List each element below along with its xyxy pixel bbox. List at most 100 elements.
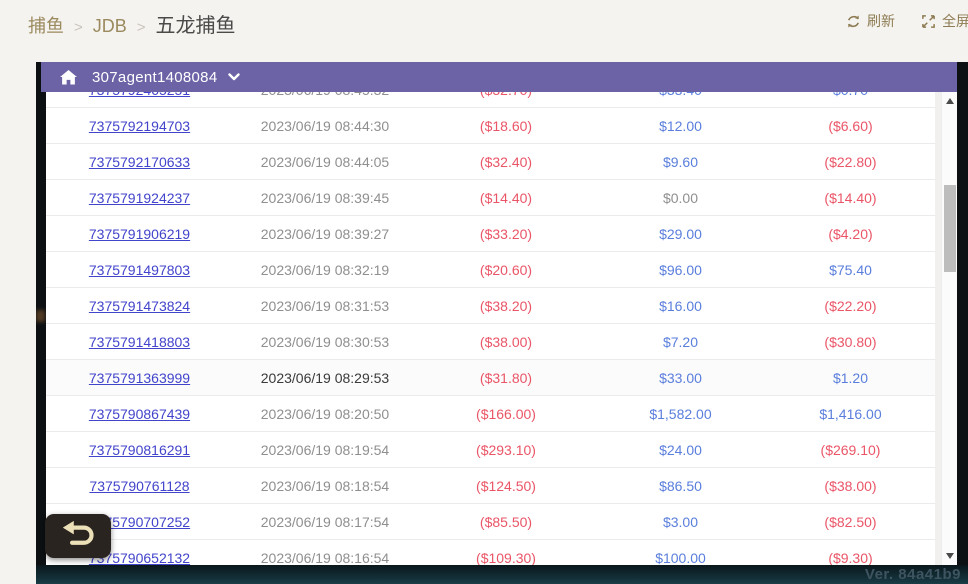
table-row: 73757907611282023/06/19 08:18:54($124.50… [46,468,935,504]
amount-value: ($9.30) [828,550,872,566]
transaction-time: 2023/06/19 08:17:54 [261,514,389,530]
table-row: 7375791924237 2023/06/19 08:39:45 ($14.40)… [46,180,935,216]
amount-value: ($32.70) [480,92,532,98]
home-icon[interactable] [60,70,77,85]
fullscreen-button[interactable]: 全屏 [921,11,968,31]
amount-value: ($293.10) [476,442,536,458]
table-row: 7375791363999 2023/06/19 08:29:53 ($31.80)… [46,360,935,396]
amount-value: ($82.50) [824,514,876,530]
refresh-label: 刷新 [867,11,895,31]
transaction-time: 2023/06/19 08:44:05 [261,154,389,170]
backdrop-artifact [36,310,45,322]
amount-value: $1.20 [833,370,868,386]
transaction-time: 2023/06/19 08:31:53 [261,298,389,314]
transaction-time: 2023/06/19 08:20:50 [261,406,389,422]
amount-value: ($14.40) [480,190,532,206]
amount-value: $86.50 [659,478,702,494]
transaction-id-link[interactable]: 7375791363999 [89,370,190,386]
amount-value: ($38.00) [824,478,876,494]
amount-value: $75.40 [829,262,872,278]
transaction-id-link[interactable]: 7375791418803 [89,334,190,350]
amount-value: $33.40 [659,92,702,98]
footer-band: Ver. 84a41b9 [36,565,968,584]
amount-value: ($166.00) [476,406,536,422]
refresh-icon [846,14,861,29]
panel-header: 307agent1408084 [41,62,957,92]
transaction-time: 2023/06/19 08:44:30 [261,118,389,134]
table-row: 7375791473824 2023/06/19 08:31:53 ($38.20)… [46,288,935,324]
amount-value: $1,582.00 [649,406,711,422]
breadcrumb-item-jdb[interactable]: JDB [93,16,127,37]
table-row: 7375791906219 2023/06/19 08:39:27 ($33.20)… [46,216,935,252]
amount-value: $3.00 [663,514,698,530]
transaction-id-link[interactable]: 7375792194703 [89,118,190,134]
amount-value: ($33.20) [480,226,532,242]
table-row: 73757914978032023/06/19 08:32:19($20.60)… [46,252,935,288]
transaction-id-link[interactable]: 7375792170633 [89,154,190,170]
amount-value: ($4.20) [828,226,872,242]
breadcrumb-item-fishing[interactable]: 捕鱼 [28,12,64,38]
amount-value: ($18.60) [480,118,532,134]
amount-value: ($20.60) [480,262,532,278]
transaction-id-link[interactable]: 7375792465251 [89,92,190,98]
amount-value: $7.20 [663,334,698,350]
amount-value: $29.00 [659,226,702,242]
transaction-time: 2023/06/19 08:16:54 [261,550,389,566]
transaction-id-link[interactable]: 7375791924237 [89,190,190,206]
vertical-scrollbar[interactable] [941,92,957,565]
scrollbar-thumb[interactable] [944,185,956,272]
amount-value: $12.00 [659,118,702,134]
amount-value: $96.00 [659,262,702,278]
amount-value: $1,416.00 [819,406,881,422]
amount-value: ($85.50) [480,514,532,530]
table-row: 7375792194703 2023/06/19 08:44:30 ($18.60)… [46,108,935,144]
back-button[interactable] [45,514,111,558]
transaction-time: 2023/06/19 08:18:54 [261,478,389,494]
amount-value: $100.00 [655,550,706,566]
table-row: 7375791418803 2023/06/19 08:30:53 ($38.00)… [46,324,935,360]
transaction-id-link[interactable]: 7375791473824 [89,298,190,314]
amount-value: ($38.00) [480,334,532,350]
amount-value: ($6.60) [828,118,872,134]
top-actions: 刷新 全屏 [846,11,968,31]
version-label: Ver. 84a41b9 [865,566,961,583]
amount-value: ($22.20) [824,298,876,314]
results-panel: 73757924652512023/06/19 08:45:32($32.70)… [46,92,957,565]
breadcrumb-separator: > [137,19,146,36]
transaction-id-link[interactable]: 7375791497803 [89,262,190,278]
breadcrumb: 捕鱼 > JDB > 五龙捕鱼 [28,9,236,38]
amount-value: $24.00 [659,442,702,458]
transaction-id-link[interactable]: 7375790816291 [89,442,190,458]
transactions-table: 73757924652512023/06/19 08:45:32($32.70)… [46,92,935,565]
table-viewport: 73757924652512023/06/19 08:45:32($32.70)… [46,92,935,565]
amount-value: ($109.30) [476,550,536,566]
scroll-up-arrow-icon[interactable] [942,94,957,108]
transaction-time: 2023/06/19 08:39:45 [261,190,389,206]
table-row: 7375790867439 2023/06/19 08:20:50 ($166.00… [46,396,935,432]
transaction-time: 2023/06/19 08:39:27 [261,226,389,242]
amount-value: ($30.80) [824,334,876,350]
fullscreen-icon [921,14,936,29]
transaction-time: 2023/06/19 08:19:54 [261,442,389,458]
amount-value: ($32.40) [480,154,532,170]
transaction-id-link[interactable]: 7375791906219 [89,226,190,242]
amount-value: ($38.20) [480,298,532,314]
breadcrumb-separator: > [74,19,83,36]
refresh-button[interactable]: 刷新 [846,11,895,31]
transaction-time: 2023/06/19 08:30:53 [261,334,389,350]
breadcrumb-item-current: 五龙捕鱼 [156,9,236,38]
transaction-id-link[interactable]: 7375790867439 [89,406,190,422]
scroll-down-arrow-icon[interactable] [942,549,957,563]
amount-value: ($14.40) [824,190,876,206]
amount-value: $0.00 [663,190,698,206]
agent-dropdown-label[interactable]: 307agent1408084 [92,69,217,86]
amount-value: $0.70 [833,92,868,98]
table-row: 73757906521322023/06/19 08:16:54($109.30… [46,540,935,565]
transaction-id-link[interactable]: 7375790761128 [89,478,189,494]
top-bar: 捕鱼 > JDB > 五龙捕鱼 刷新 [0,0,968,62]
amount-value: ($22.80) [824,154,876,170]
transaction-time: 2023/06/19 08:29:53 [261,370,389,386]
amount-value: $9.60 [663,154,698,170]
chevron-down-icon[interactable] [228,73,240,81]
amount-value: ($31.80) [480,370,532,386]
